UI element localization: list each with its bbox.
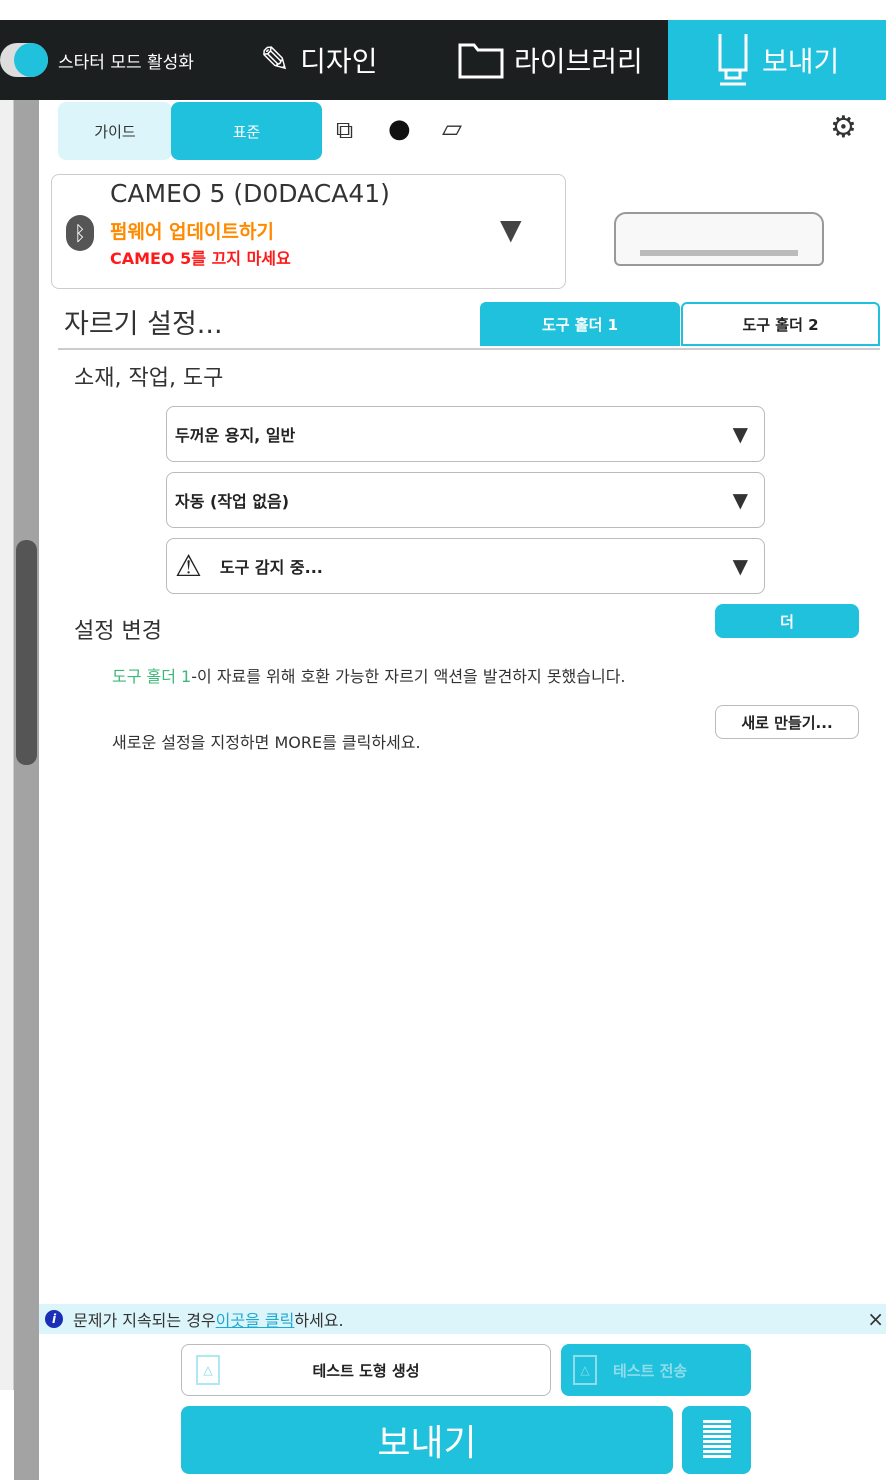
create-new-button[interactable]: 새로 만들기... xyxy=(715,705,859,739)
tab-guide[interactable]: 가이드 xyxy=(58,102,172,160)
tab-tool-holder-1[interactable]: 도구 홀더 1 xyxy=(480,302,680,346)
chevron-down-icon: ▼ xyxy=(732,554,748,578)
starter-mode-toggle[interactable]: 스타터 모드 활성화 xyxy=(0,20,194,100)
info-prefix: 문제가 지속되는 경우 xyxy=(73,1311,216,1330)
cutter-machine-image xyxy=(614,212,824,266)
test-shape-label: 테스트 도형 생성 xyxy=(312,1361,420,1380)
chevron-down-icon[interactable]: ▼ xyxy=(500,213,522,246)
firmware-update-link[interactable]: 펌웨어 업데이트하기 xyxy=(110,217,274,244)
test-send-button[interactable]: △ 테스트 전송 xyxy=(561,1344,751,1396)
tab-library[interactable]: 라이브러리 xyxy=(458,20,643,100)
close-icon[interactable]: × xyxy=(867,1307,884,1331)
device-selector[interactable]: ᛒ CAMEO 5 (D0DACA41) 펌웨어 업데이트하기 CAMEO 5를… xyxy=(51,174,566,289)
device-name: CAMEO 5 (D0DACA41) xyxy=(110,179,390,208)
folder-icon xyxy=(458,43,504,79)
toggle-switch[interactable] xyxy=(0,43,48,77)
blade-icon xyxy=(718,34,748,86)
info-icon: i xyxy=(45,1310,63,1328)
starter-mode-label: 스타터 모드 활성화 xyxy=(58,52,194,73)
tab-design[interactable]: ✎ 디자인 xyxy=(260,20,377,100)
device-warning: CAMEO 5를 끄지 마세요 xyxy=(110,249,291,268)
top-nav-bar: 스타터 모드 활성화 ✎ 디자인 라이브러리 보내기 xyxy=(0,20,886,100)
tab-standard[interactable]: 표준 xyxy=(171,102,322,160)
tab-send-label: 보내기 xyxy=(762,45,840,78)
tool-dropdown[interactable]: ⚠ 도구 감지 중... ▼ xyxy=(166,538,765,594)
tab-tool-holder-2[interactable]: 도구 홀더 2 xyxy=(681,302,880,346)
divider xyxy=(58,348,880,350)
design-tools-icon: ✎ xyxy=(260,39,291,81)
material-value: 두꺼운 용지, 일반 xyxy=(175,426,296,445)
tool-value: 도구 감지 중... xyxy=(219,558,323,577)
more-button[interactable]: 더 xyxy=(715,604,859,638)
no-action-message: 도구 홀더 1-이 자료를 위해 호환 가능한 자르기 액션을 발견하지 못했습… xyxy=(112,666,632,687)
chevron-down-icon: ▼ xyxy=(732,488,748,512)
barcode-icon xyxy=(702,1420,731,1460)
layers-icon[interactable]: ▱ xyxy=(442,114,462,144)
send-options-button[interactable] xyxy=(682,1406,751,1474)
scrollbar-thumb[interactable] xyxy=(16,540,37,765)
test-shape-button[interactable]: △ 테스트 도형 생성 xyxy=(181,1344,551,1396)
test-send-icon: △ xyxy=(573,1355,597,1385)
more-hint: 새로운 설정을 지정하면 MORE를 클릭하세요. xyxy=(112,733,421,752)
info-banner: i 문제가 지속되는 경우 이곳을 클릭 하세요. × xyxy=(39,1304,886,1334)
tab-design-label: 디자인 xyxy=(300,45,378,78)
filled-shapes-icon[interactable]: ● xyxy=(388,114,411,144)
test-shape-icon: △ xyxy=(196,1355,220,1385)
warning-icon: ⚠ xyxy=(175,548,202,584)
send-button[interactable]: 보내기 xyxy=(181,1406,673,1474)
material-heading: 소재, 작업, 도구 xyxy=(74,366,224,391)
action-dropdown[interactable]: 자동 (작업 없음) ▼ xyxy=(166,472,765,528)
material-dropdown[interactable]: 두꺼운 용지, 일반 ▼ xyxy=(166,406,765,462)
action-value: 자동 (작업 없음) xyxy=(175,492,290,511)
left-panel-edge xyxy=(0,100,14,1390)
bluetooth-icon: ᛒ xyxy=(66,215,94,251)
cut-settings-title: 자르기 설정... xyxy=(64,309,223,340)
scrollbar-track[interactable] xyxy=(14,100,39,1480)
chevron-down-icon: ▼ xyxy=(732,422,748,446)
message-text: -이 자료를 위해 호환 가능한 자르기 액션을 발견하지 못했습니다. xyxy=(191,667,626,686)
change-settings-heading: 설정 변경 xyxy=(74,619,162,644)
tab-send[interactable]: 보내기 xyxy=(668,20,886,100)
overlap-shapes-icon[interactable]: ⧉ xyxy=(336,116,353,144)
gear-icon[interactable]: ⚙ xyxy=(830,110,857,145)
info-suffix: 하세요. xyxy=(294,1311,344,1330)
test-send-label: 테스트 전송 xyxy=(613,1361,688,1380)
tab-library-label: 라이브러리 xyxy=(514,45,643,78)
help-link[interactable]: 이곳을 클릭 xyxy=(216,1307,295,1331)
tool-holder-highlight: 도구 홀더 1 xyxy=(112,667,192,686)
